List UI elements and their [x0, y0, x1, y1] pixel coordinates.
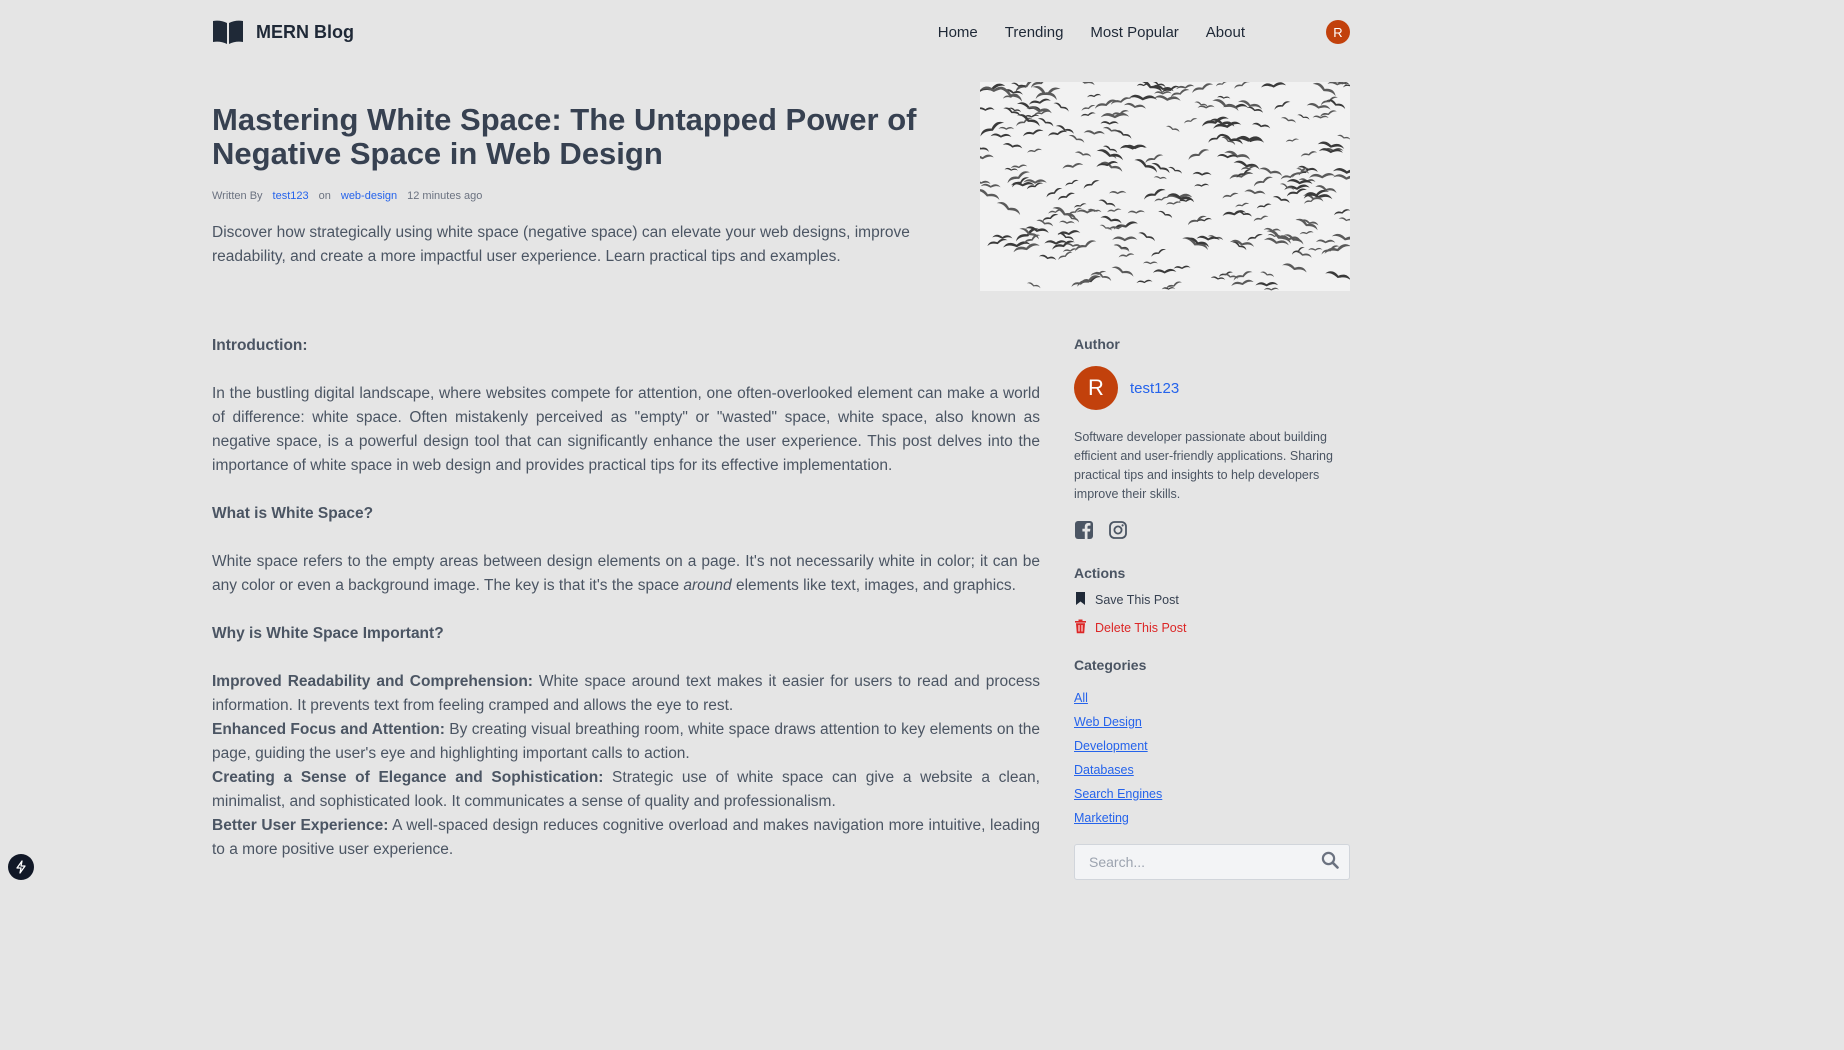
- user-avatar[interactable]: R: [1326, 20, 1350, 44]
- search-input[interactable]: [1089, 854, 1321, 870]
- sidebar: Author R test123 Software developer pass…: [1074, 336, 1350, 880]
- author-bio: Software developer passionate about buil…: [1074, 430, 1333, 501]
- list-item: Creating a Sense of Elegance and Sophist…: [212, 766, 1040, 814]
- categories-heading: Categories: [1074, 657, 1147, 673]
- navbar: MERN Blog Home Trending Most Popular Abo…: [212, 14, 1350, 50]
- item-title: Creating a Sense of Elegance and Sophist…: [212, 769, 604, 786]
- delete-post-button[interactable]: Delete This Post: [1074, 619, 1350, 637]
- category-link-all[interactable]: All: [1074, 686, 1350, 710]
- nav-trending-link[interactable]: Trending: [1005, 24, 1064, 41]
- category-link-databases[interactable]: Databases: [1074, 758, 1350, 782]
- list-item: Enhanced Focus and Attention: By creatin…: [212, 718, 1040, 766]
- nav-about-link[interactable]: About: [1206, 24, 1245, 41]
- category-link-search-engines[interactable]: Search Engines: [1074, 782, 1350, 806]
- nav-links: Home Trending Most Popular About R: [938, 20, 1350, 44]
- post-title: Mastering White Space: The Untapped Powe…: [212, 102, 917, 171]
- category-link-marketing[interactable]: Marketing: [1074, 806, 1350, 830]
- brand-name: MERN Blog: [256, 21, 354, 42]
- list-item: Improved Readability and Comprehension: …: [212, 670, 1040, 718]
- facebook-icon[interactable]: [1074, 520, 1094, 545]
- trash-icon: [1074, 619, 1087, 637]
- meta-author-link[interactable]: test123: [273, 190, 309, 202]
- lightning-bolt-icon[interactable]: [8, 854, 34, 880]
- actions-heading: Actions: [1074, 565, 1126, 581]
- instagram-icon[interactable]: [1108, 520, 1128, 545]
- author-avatar[interactable]: R: [1074, 366, 1118, 410]
- intro-paragraph: In the bustling digital landscape, where…: [212, 385, 1040, 474]
- what-text-emphasis: around: [683, 577, 732, 594]
- post-content: Introduction: In the bustling digital la…: [212, 334, 1040, 862]
- search-icon[interactable]: [1321, 851, 1339, 874]
- nav-home-link[interactable]: Home: [938, 24, 978, 41]
- search-box: [1074, 844, 1350, 880]
- what-heading: What is White Space?: [212, 505, 374, 522]
- intro-heading: Introduction:: [212, 337, 308, 354]
- category-link-development[interactable]: Development: [1074, 734, 1350, 758]
- meta-on: on: [318, 190, 331, 202]
- item-title: Improved Readability and Comprehension:: [212, 673, 533, 690]
- post-description: Discover how strategically using white s…: [212, 224, 910, 265]
- author-name-link[interactable]: test123: [1130, 380, 1179, 397]
- author-heading: Author: [1074, 336, 1120, 352]
- categories-list: All Web Design Development Databases Sea…: [1074, 686, 1350, 830]
- what-paragraph: White space refers to the empty areas be…: [212, 550, 1040, 598]
- book-open-icon: [212, 19, 244, 45]
- bookmark-icon: [1074, 591, 1087, 609]
- nav-most-popular-link[interactable]: Most Popular: [1090, 24, 1178, 41]
- what-text-2: elements like text, images, and graphics…: [731, 577, 1016, 594]
- save-post-button[interactable]: Save This Post: [1074, 591, 1350, 609]
- brand[interactable]: MERN Blog: [212, 19, 354, 45]
- list-item: Better User Experience: A well-spaced de…: [212, 814, 1040, 862]
- meta-written-by: Written By: [212, 190, 263, 202]
- post-meta: Written By test123 on web-design 12 minu…: [212, 190, 482, 202]
- delete-post-label: Delete This Post: [1095, 621, 1187, 635]
- item-title: Enhanced Focus and Attention:: [212, 721, 445, 738]
- save-post-label: Save This Post: [1095, 593, 1179, 607]
- author-card: R test123: [1074, 366, 1350, 410]
- item-title: Better User Experience:: [212, 817, 389, 834]
- category-link-web-design[interactable]: Web Design: [1074, 710, 1350, 734]
- social-links: [1074, 520, 1350, 545]
- why-heading: Why is White Space Important?: [212, 625, 444, 642]
- meta-time: 12 minutes ago: [407, 190, 483, 202]
- meta-category-link[interactable]: web-design: [341, 190, 397, 202]
- post-cover-image: [980, 82, 1350, 291]
